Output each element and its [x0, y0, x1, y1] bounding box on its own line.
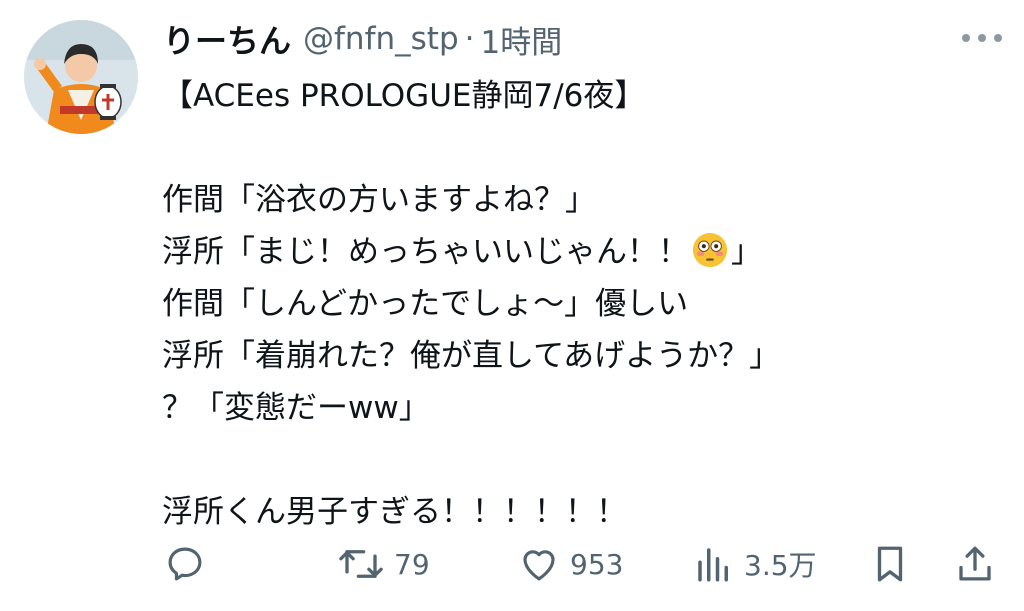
timestamp[interactable]: 1時間	[480, 17, 562, 62]
bookmark-icon	[877, 546, 903, 582]
tweet-line: 作間「しんどかったでしょ〜」優しい	[162, 286, 689, 322]
user-handle[interactable]: @fnfn_stp	[303, 21, 459, 57]
avatar-image	[24, 20, 138, 134]
tweet-line: 作間「浴衣の方いますよね？」	[162, 182, 596, 218]
tweet-line: 浮所「着崩れた？俺が直してあげようか？」	[162, 338, 781, 374]
tweet-line: 浮所くん男子すぎる！！！！！！	[162, 494, 627, 530]
display-name[interactable]: りーちん	[163, 16, 291, 62]
share-icon	[959, 546, 991, 581]
share-button[interactable]	[955, 536, 995, 592]
separator-dot: ·	[464, 21, 475, 57]
bookmark-button[interactable]	[871, 536, 909, 592]
more-options-icon[interactable]	[962, 26, 1002, 50]
heart-icon	[523, 550, 555, 581]
views-count: 3.5万	[744, 549, 817, 582]
avatar[interactable]	[24, 20, 138, 134]
tweet-text: 【ACEes PROLOGUE静岡7/6夜】 作間「浴衣の方いますよね？」 浮所…	[162, 70, 1002, 538]
retweet-icon	[339, 550, 383, 578]
retweet-button[interactable]: 79	[338, 536, 430, 592]
tweet-line-text: 浮所「まじ！めっちゃいいじゃん！！	[162, 234, 689, 270]
tweet-line-text-end: 」	[731, 234, 762, 270]
reply-button[interactable]	[164, 536, 206, 592]
like-count: 953	[570, 547, 624, 581]
reply-icon	[168, 547, 202, 581]
tweet: りーちん @fnfn_stp · 1時間 【ACEes PROLOGUE静岡7/…	[0, 0, 1024, 611]
tweet-line-with-emoji: 浮所「まじ！めっちゃいいじゃん！！ 」	[162, 226, 1002, 278]
tweet-header: りーちん @fnfn_stp · 1時間	[163, 14, 562, 64]
flushed-face-emoji	[692, 232, 728, 268]
tweet-line: 【ACEes PROLOGUE静岡7/6夜】	[162, 78, 646, 114]
retweet-count: 79	[394, 547, 430, 581]
like-button[interactable]: 953	[518, 536, 623, 592]
tweet-line: ？「変態だーww」	[162, 390, 430, 426]
views-chart-icon	[698, 548, 728, 582]
action-bar: 79 953 3.5万	[0, 536, 1024, 592]
views-button[interactable]: 3.5万	[694, 536, 817, 592]
